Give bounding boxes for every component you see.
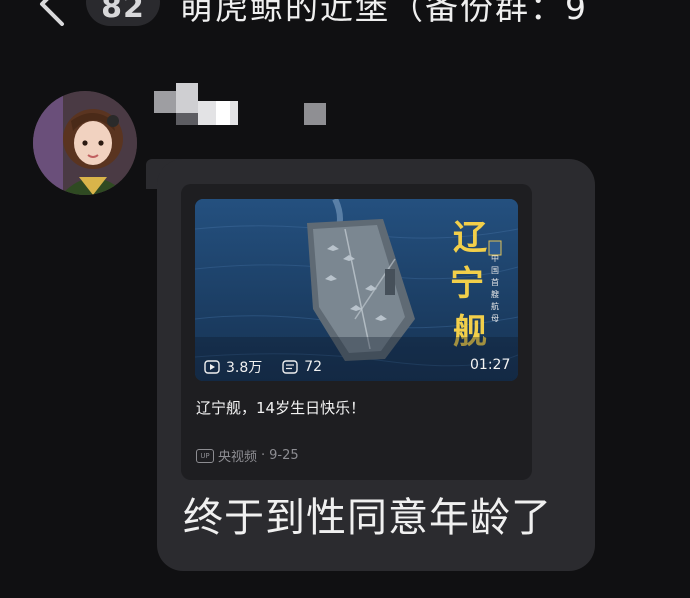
avatar-image — [33, 91, 137, 195]
chat-screen: 82 萌虎鲸的近堡（备份群：9 辽 宁 舰 中 国 首 艘 航 母 3.8万 7… — [0, 0, 690, 598]
unread-count-badge[interactable]: 82 — [86, 0, 160, 26]
chevron-left-icon[interactable] — [30, 0, 74, 26]
up-badge-icon: UP — [196, 448, 214, 463]
video-duration: 01:27 — [470, 357, 511, 373]
video-thumbnail[interactable]: 辽 宁 舰 中 国 首 艘 航 母 — [195, 199, 518, 381]
comment-count: 72 — [304, 359, 323, 375]
sender-name-censored — [154, 83, 334, 129]
video-source[interactable]: UP 央视频 · 9-25 — [196, 446, 299, 465]
svg-text:母: 母 — [491, 314, 499, 323]
svg-text:航: 航 — [491, 301, 499, 311]
svg-text:首: 首 — [491, 277, 499, 287]
dot-separator: · — [261, 448, 266, 463]
video-stats: 3.8万 72 — [204, 357, 322, 377]
play-icon — [204, 360, 220, 374]
thumbnail-title-char-2: 宁 — [450, 264, 484, 304]
comment-icon — [282, 360, 298, 374]
avatar[interactable] — [33, 91, 137, 195]
group-title[interactable]: 萌虎鲸的近堡（备份群：9 — [180, 0, 690, 28]
svg-text:国: 国 — [491, 266, 499, 275]
view-count: 3.8万 — [226, 360, 263, 376]
video-title[interactable]: 辽宁舰，14岁生日快乐！ — [196, 397, 365, 418]
aircraft-carrier-image: 辽 宁 舰 中 国 首 艘 航 母 — [195, 199, 518, 381]
source-name: 央视频 — [218, 450, 258, 465]
message-text: 终于到性同意年龄了 — [183, 495, 552, 541]
svg-text:艘: 艘 — [491, 289, 499, 299]
post-date: 9-25 — [269, 448, 299, 463]
thumbnail-title-char-1: 辽 — [453, 218, 487, 258]
